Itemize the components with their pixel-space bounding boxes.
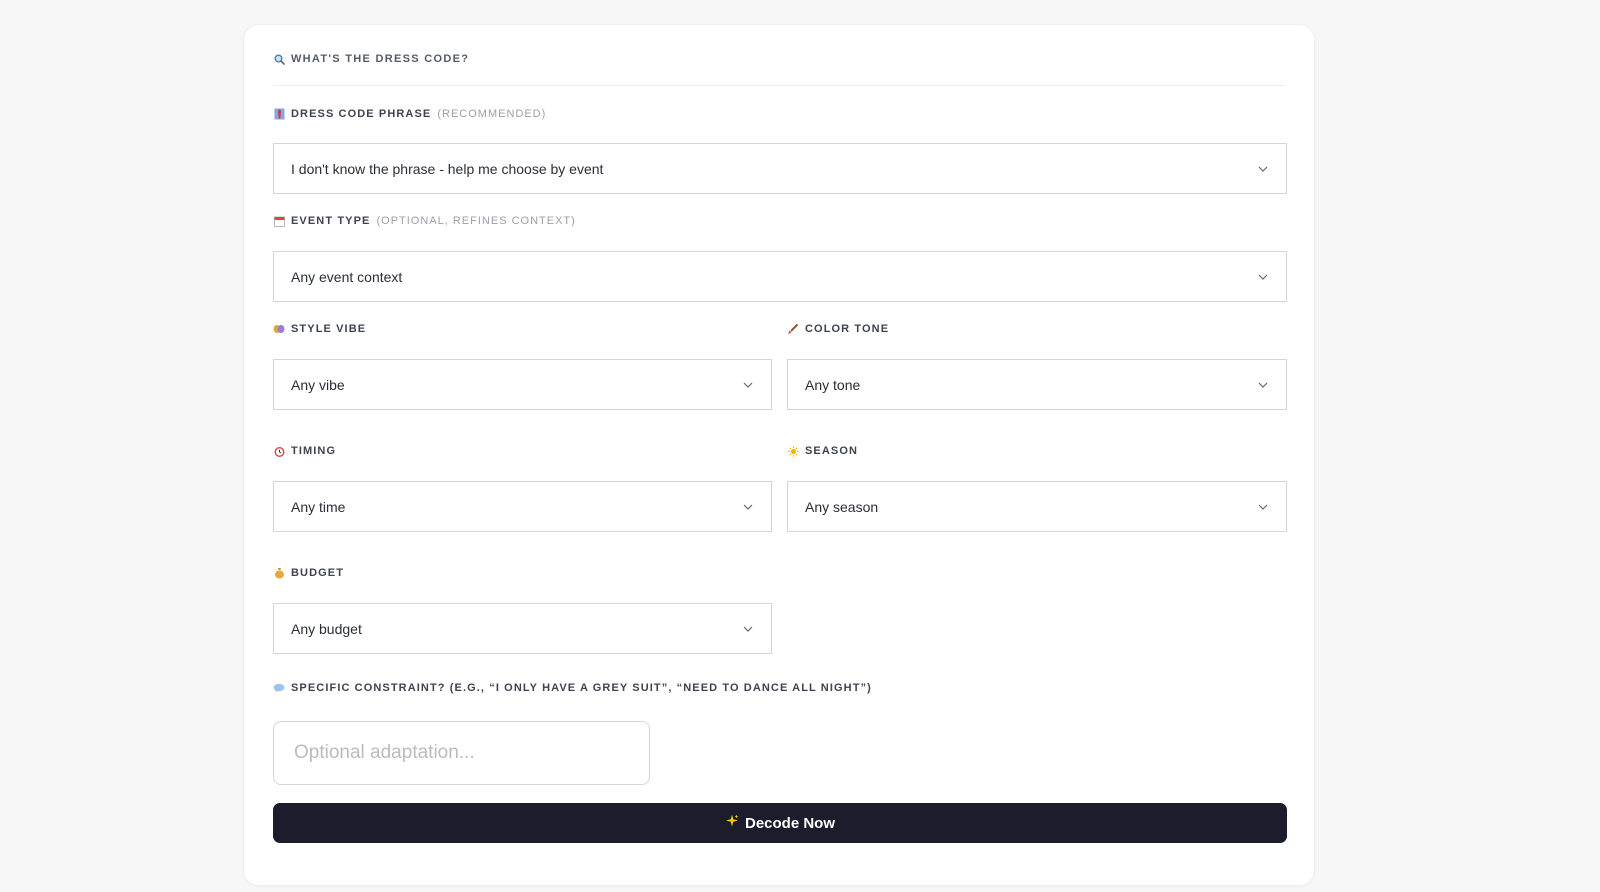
timing-select[interactable]: Any time	[273, 481, 772, 532]
constraint-input[interactable]	[273, 721, 650, 785]
constraint-label: Specific constraint? (e.g., “I only have…	[273, 682, 872, 694]
style-vibe-select[interactable]: Any vibe	[273, 359, 772, 410]
event-type-label: Event type (optional, refines context)	[273, 215, 576, 227]
chevron-down-icon	[743, 382, 753, 388]
mask-icon	[273, 323, 285, 335]
budget-select[interactable]: Any budget	[273, 603, 772, 654]
event-type-select[interactable]: Any event context	[273, 251, 1287, 302]
color-tone-label: Color tone	[787, 323, 889, 335]
timing-label: Timing	[273, 445, 336, 457]
speech-bubble-icon	[273, 682, 285, 694]
budget-label: Budget	[273, 567, 344, 579]
chevron-down-icon	[1258, 274, 1268, 280]
style-vibe-label: Style vibe	[273, 323, 366, 335]
money-bag-icon	[273, 567, 285, 579]
chevron-down-icon	[1258, 504, 1268, 510]
tie-icon	[273, 108, 285, 120]
season-label: Season	[787, 445, 858, 457]
section-title: What's the dress code?	[273, 53, 469, 65]
color-tone-select[interactable]: Any tone	[787, 359, 1287, 410]
chevron-down-icon	[1258, 166, 1268, 172]
decode-now-button[interactable]: Decode Now	[273, 803, 1287, 843]
sun-icon	[787, 445, 799, 457]
season-select[interactable]: Any season	[787, 481, 1287, 532]
dress-code-form-card: What's the dress code? Dress code phrase…	[243, 24, 1315, 886]
chevron-down-icon	[1258, 382, 1268, 388]
chevron-down-icon	[743, 626, 753, 632]
alarm-clock-icon	[273, 445, 285, 457]
phrase-label: Dress code phrase (recommended)	[273, 108, 546, 120]
paintbrush-icon	[787, 323, 799, 335]
sparkles-icon	[725, 814, 739, 832]
search-icon	[273, 53, 285, 65]
phrase-select[interactable]: I don't know the phrase - help me choose…	[273, 143, 1287, 194]
divider	[273, 85, 1285, 86]
calendar-icon	[273, 215, 285, 227]
section-title-text: What's the dress code?	[291, 53, 470, 65]
chevron-down-icon	[743, 504, 753, 510]
